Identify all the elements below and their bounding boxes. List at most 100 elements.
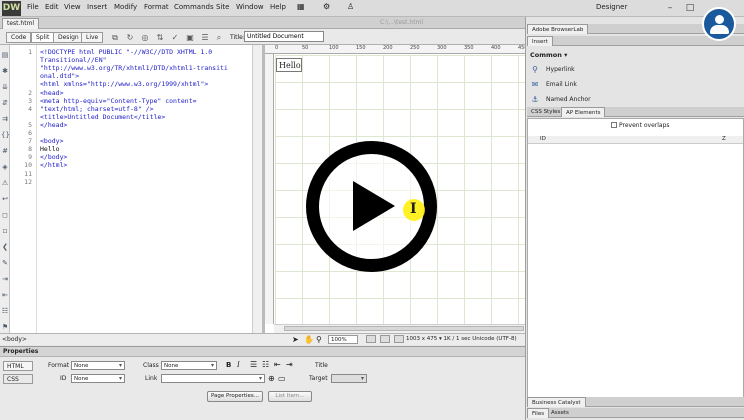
syntax-error-icon[interactable]: ⚠ (1, 179, 9, 187)
css-styles-tab[interactable]: CSS Styles (527, 107, 564, 117)
visual-aids-icon[interactable]: ▣ (184, 32, 196, 43)
multiscreen-icon[interactable]: ⧉ (109, 32, 121, 43)
code-line[interactable]: onal.dtd"> (40, 72, 79, 80)
menu-window[interactable]: Window (236, 3, 264, 11)
minimize-button[interactable]: – (660, 2, 680, 15)
browser-preview-icon[interactable]: ◎ (139, 32, 151, 43)
document-title-input[interactable] (244, 31, 324, 42)
maximize-button[interactable]: □ (680, 2, 700, 15)
balance-braces-icon[interactable]: {} (1, 131, 10, 139)
open-documents-icon[interactable]: ▤ (1, 51, 9, 59)
select-tool-icon[interactable]: ➤ (292, 335, 299, 344)
list-item-button[interactable]: List Item... (268, 391, 312, 402)
menu-site[interactable]: Site (216, 3, 229, 11)
word-wrap-icon[interactable]: ↩ (1, 195, 9, 203)
link-input[interactable] (161, 374, 265, 383)
split-view-button[interactable]: Split (31, 32, 55, 43)
indent-text-icon[interactable]: ⇥ (286, 360, 293, 369)
refresh-icon[interactable]: ↻ (124, 32, 136, 43)
play-icon[interactable] (353, 181, 395, 231)
insert-item[interactable]: ✉ Email Link (530, 79, 730, 91)
italic-button[interactable]: I (237, 361, 240, 369)
menu-edit[interactable]: Edit (45, 3, 59, 11)
prevent-overlaps-checkbox[interactable] (611, 122, 617, 128)
options-icon[interactable]: ☰ (199, 32, 211, 43)
outdent-icon[interactable]: ⇤ (1, 291, 9, 299)
code-scrollbar[interactable] (252, 45, 262, 333)
menu-view[interactable]: View (64, 3, 81, 11)
html-mode-button[interactable]: HTML (3, 361, 33, 371)
person-icon[interactable]: ♙ (347, 2, 354, 11)
workspace-switcher[interactable]: Designer (596, 3, 627, 11)
menu-file[interactable]: File (27, 3, 39, 11)
id-select[interactable]: None (71, 374, 125, 383)
outdent-text-icon[interactable]: ⇤ (274, 360, 281, 369)
code-line[interactable]: <!DOCTYPE html PUBLIC "-//W3C//DTD XHTML… (40, 48, 212, 56)
unordered-list-icon[interactable]: ☰ (250, 360, 257, 369)
target-select[interactable] (331, 374, 367, 383)
format-select[interactable]: None (71, 361, 125, 370)
css-mode-button[interactable]: CSS (3, 374, 33, 384)
layout-icon[interactable]: ▦ (297, 2, 305, 11)
apply-format-icon[interactable]: ⚑ (1, 323, 9, 331)
tablet-size-icon[interactable] (380, 335, 390, 343)
comment-icon[interactable]: ◻ (1, 211, 9, 219)
select-parent-icon[interactable]: ⇉ (1, 115, 9, 123)
code-line[interactable]: </head> (40, 121, 67, 129)
inspect-icon[interactable]: ⌕ (213, 32, 225, 43)
code-view-button[interactable]: Code (6, 32, 32, 43)
code-line[interactable]: Transitional//EN" (40, 56, 107, 64)
snippet-icon[interactable]: ✎ (1, 259, 9, 267)
wrap-tag-icon[interactable]: ❮ (1, 243, 9, 251)
code-line[interactable]: "http://www.w3.org/TR/xhtml1/DTD/xhtml1-… (40, 64, 228, 72)
code-line[interactable]: <title>Untitled Document</title> (40, 113, 165, 121)
page-properties-button[interactable]: Page Properties... (207, 391, 263, 402)
menu-commands[interactable]: Commands (174, 3, 214, 11)
files-tab[interactable]: Files (527, 408, 550, 418)
insert-item[interactable]: ⚲ Hyperlink (530, 64, 730, 76)
desktop-size-icon[interactable] (394, 335, 404, 343)
code-line[interactable]: <html xmlns="http://www.w3.org/1999/xhtm… (40, 80, 208, 88)
bold-button[interactable]: B (226, 361, 231, 369)
id-column-header[interactable]: ID (540, 136, 546, 142)
uncomment-icon[interactable]: ◽ (1, 227, 9, 235)
insert-tab[interactable]: Insert (527, 36, 553, 46)
check-icon[interactable]: ✓ (169, 32, 181, 43)
indent-icon[interactable]: ⇥ (1, 275, 9, 283)
hand-tool-icon[interactable]: ✋ (304, 335, 314, 344)
class-select[interactable]: None (161, 361, 217, 370)
code-line[interactable]: "text/html; charset=utf-8" /> (40, 105, 154, 113)
expand-all-icon[interactable]: ⇵ (1, 99, 9, 107)
menu-help[interactable]: Help (270, 3, 286, 11)
tag-selector[interactable]: <body> (2, 336, 27, 343)
highlight-invalid-icon[interactable]: ◈ (1, 163, 9, 171)
menu-modify[interactable]: Modify (114, 3, 137, 11)
line-numbers-icon[interactable]: # (1, 147, 9, 155)
menu-format[interactable]: Format (144, 3, 169, 11)
file-management-icon[interactable]: ⇅ (154, 32, 166, 43)
properties-header[interactable] (0, 346, 525, 357)
point-to-file-icon[interactable]: ⊕ (268, 374, 275, 383)
collapse-selection-icon[interactable]: ⇊ (1, 83, 9, 91)
format-source-icon[interactable]: ☷ (1, 307, 9, 315)
ordered-list-icon[interactable]: ☷ (262, 360, 269, 369)
code-line[interactable]: </body> (40, 153, 67, 161)
collapse-tag-icon[interactable]: ✱ (1, 67, 9, 75)
gear-icon[interactable]: ⚙ (323, 2, 330, 11)
browse-folder-icon[interactable]: ▭ (278, 374, 286, 383)
code-line[interactable]: <meta http-equiv="Content-Type" content= (40, 97, 197, 105)
zoom-select[interactable]: 100% (328, 335, 358, 344)
browserlab-tab[interactable]: Adobe BrowserLab (527, 24, 589, 34)
menu-insert[interactable]: Insert (87, 3, 107, 11)
window-size-icon[interactable] (366, 335, 376, 343)
code-line[interactable]: Hello (40, 145, 60, 153)
code-line[interactable]: <body> (40, 137, 63, 145)
insert-category-select[interactable]: Common ▾ (530, 51, 567, 59)
ap-elements-tab[interactable]: AP Elements (561, 107, 606, 117)
business-catalyst-tab[interactable]: Business Catalyst (527, 397, 586, 407)
scrollbar-thumb[interactable] (284, 326, 524, 331)
design-hello-text[interactable]: Hello (276, 58, 302, 72)
insert-item[interactable]: ⚓ Named Anchor (530, 94, 730, 106)
live-view-button[interactable]: Live (81, 32, 104, 43)
zoom-tool-icon[interactable]: ⚲ (316, 335, 322, 344)
